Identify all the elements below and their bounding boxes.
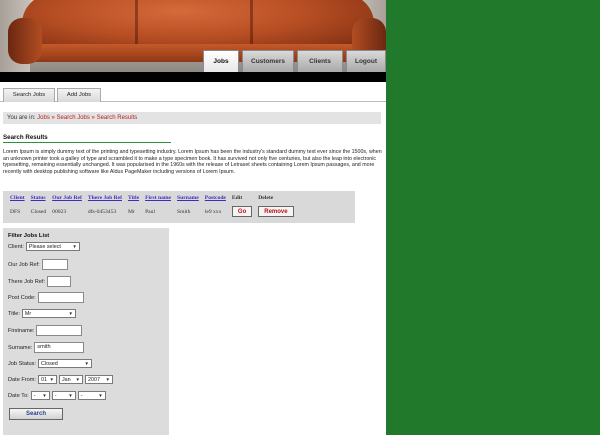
- cell-postcode: le9 xxx: [204, 208, 222, 215]
- cell-delete: Remove: [255, 205, 296, 218]
- chevron-down-icon: ▼: [42, 393, 47, 398]
- cell-there-job-ref: dfs-0453453: [87, 208, 117, 215]
- job-status-select[interactable]: Closed ▼: [38, 359, 92, 368]
- column-header-surname[interactable]: Surname: [174, 194, 202, 205]
- column-header-edit: Edit: [231, 195, 243, 201]
- green-background-panel: [386, 0, 600, 435]
- results-header-row: Client Status Our Job Ref There Job Ref …: [7, 194, 297, 205]
- title-select[interactable]: Mr ▼: [21, 309, 76, 318]
- cell-client: DFS: [10, 208, 21, 215]
- chevron-down-icon: ▼: [98, 393, 103, 398]
- chevron-down-icon: ▼: [72, 244, 77, 249]
- section-divider: [3, 142, 171, 143]
- column-header-our-job-ref[interactable]: Our Job Ref: [49, 194, 85, 205]
- filter-row-firstname: Firstname:: [8, 325, 83, 336]
- search-button[interactable]: Search: [9, 408, 63, 420]
- firstname-label: Firstname:: [8, 327, 35, 334]
- postcode-label: Post Code:: [8, 294, 36, 301]
- filter-row-our-job-ref: Our Job Ref:: [8, 259, 68, 270]
- filter-row-date-from: Date From: 01 ▼ Jan ▼ 2007 ▼: [8, 375, 115, 384]
- breadcrumb-item-jobs[interactable]: Jobs: [37, 115, 50, 121]
- results-table: Client Status Our Job Ref There Job Ref …: [7, 194, 297, 218]
- section-title: Search Results: [3, 134, 48, 141]
- subtab-search-jobs[interactable]: Search Jobs: [3, 88, 55, 102]
- edit-go-button[interactable]: Go: [231, 206, 253, 217]
- breadcrumb: You are in: Jobs » Search Jobs » Search …: [3, 112, 381, 124]
- column-header-title[interactable]: Title: [125, 194, 142, 205]
- breadcrumb-prefix: You are in:: [7, 115, 36, 121]
- date-to-day-select[interactable]: - ▼: [30, 391, 50, 400]
- cell-status: Closed: [30, 208, 47, 215]
- header-divider-bar: [0, 72, 386, 82]
- tab-customers[interactable]: Customers: [242, 50, 294, 72]
- cell-our-job-ref: 00023: [52, 208, 67, 215]
- firstname-input[interactable]: [36, 325, 83, 336]
- filter-row-surname: Surname: smith: [8, 342, 85, 353]
- filter-row-postcode: Post Code:: [8, 292, 84, 303]
- our-job-ref-input[interactable]: [41, 259, 68, 270]
- filter-row-there-job-ref: There Job Ref:: [8, 276, 71, 287]
- remove-button[interactable]: Remove: [258, 206, 294, 217]
- date-from-label: Date From:: [8, 376, 36, 383]
- cell-edit: Go: [229, 205, 255, 218]
- our-job-ref-label: Our Job Ref:: [8, 261, 40, 268]
- date-from-year-select[interactable]: 2007 ▼: [84, 375, 113, 384]
- page: Jobs Customers Clients Logout Search Job…: [0, 0, 386, 435]
- column-header-there-job-ref[interactable]: There Job Ref: [85, 194, 125, 205]
- intro-paragraph: Lorem Ipsum is simply dummy text of the …: [3, 149, 382, 175]
- client-select[interactable]: Please select ▼: [25, 242, 80, 251]
- filter-row-client: Client: Please select ▼: [8, 242, 82, 251]
- filter-title: Filter Jobs List: [8, 233, 50, 239]
- breadcrumb-separator: »: [91, 115, 95, 121]
- table-row: DFS Closed 00023 dfs-0453453 Mr Paul Smi…: [7, 205, 297, 218]
- date-to-month-select[interactable]: - ▼: [51, 391, 76, 400]
- subtab-add-jobs[interactable]: Add Jobs: [57, 88, 101, 102]
- main-nav: Jobs Customers Clients Logout: [203, 50, 386, 72]
- cell-first-name: Paul: [145, 208, 156, 215]
- chevron-down-icon: ▼: [105, 377, 110, 382]
- client-label: Client:: [8, 243, 24, 250]
- filter-row-date-to: Date To: - ▼ - ▼ - ▼: [8, 391, 108, 400]
- breadcrumb-item-search-results: Search Results: [96, 115, 138, 121]
- chevron-down-icon: ▼: [75, 377, 80, 382]
- chevron-down-icon: ▼: [49, 377, 54, 382]
- date-from-day-select[interactable]: 01 ▼: [37, 375, 57, 384]
- cell-title: Mr: [127, 208, 135, 215]
- postcode-input[interactable]: [37, 292, 84, 303]
- column-header-delete: Delete: [258, 195, 274, 201]
- breadcrumb-item-search-jobs[interactable]: Search Jobs: [57, 115, 90, 121]
- date-to-label: Date To:: [8, 392, 29, 399]
- column-header-first-name[interactable]: First name: [142, 194, 174, 205]
- tab-jobs[interactable]: Jobs: [203, 50, 239, 72]
- chevron-down-icon: ▼: [68, 311, 73, 316]
- tab-logout[interactable]: Logout: [346, 50, 386, 72]
- job-status-label: Job Status:: [8, 360, 36, 367]
- there-job-ref-label: There Job Ref:: [8, 278, 45, 285]
- title-label: Title:: [8, 310, 20, 317]
- filter-row-title: Title: Mr ▼: [8, 309, 78, 318]
- date-to-year-select[interactable]: - ▼: [77, 391, 106, 400]
- column-header-postcode[interactable]: Postcode: [202, 194, 229, 205]
- filter-jobs-panel: Filter Jobs List Client: Please select ▼ …: [3, 228, 169, 435]
- results-table-panel: Client Status Our Job Ref There Job Ref …: [3, 191, 355, 223]
- column-header-client[interactable]: Client: [7, 194, 28, 205]
- column-header-status[interactable]: Status: [28, 194, 50, 205]
- date-from-month-select[interactable]: Jan ▼: [58, 375, 83, 384]
- surname-label: Surname:: [8, 344, 33, 351]
- there-job-ref-input[interactable]: [47, 276, 71, 287]
- tab-clients[interactable]: Clients: [297, 50, 343, 72]
- chevron-down-icon: ▼: [68, 393, 73, 398]
- breadcrumb-separator: »: [51, 115, 55, 121]
- cell-surname: Smith: [177, 208, 191, 215]
- filter-row-job-status: Job Status: Closed ▼: [8, 359, 94, 368]
- chevron-down-icon: ▼: [84, 361, 89, 366]
- sub-nav: Search Jobs Add Jobs: [0, 82, 386, 102]
- surname-input[interactable]: smith: [34, 342, 85, 353]
